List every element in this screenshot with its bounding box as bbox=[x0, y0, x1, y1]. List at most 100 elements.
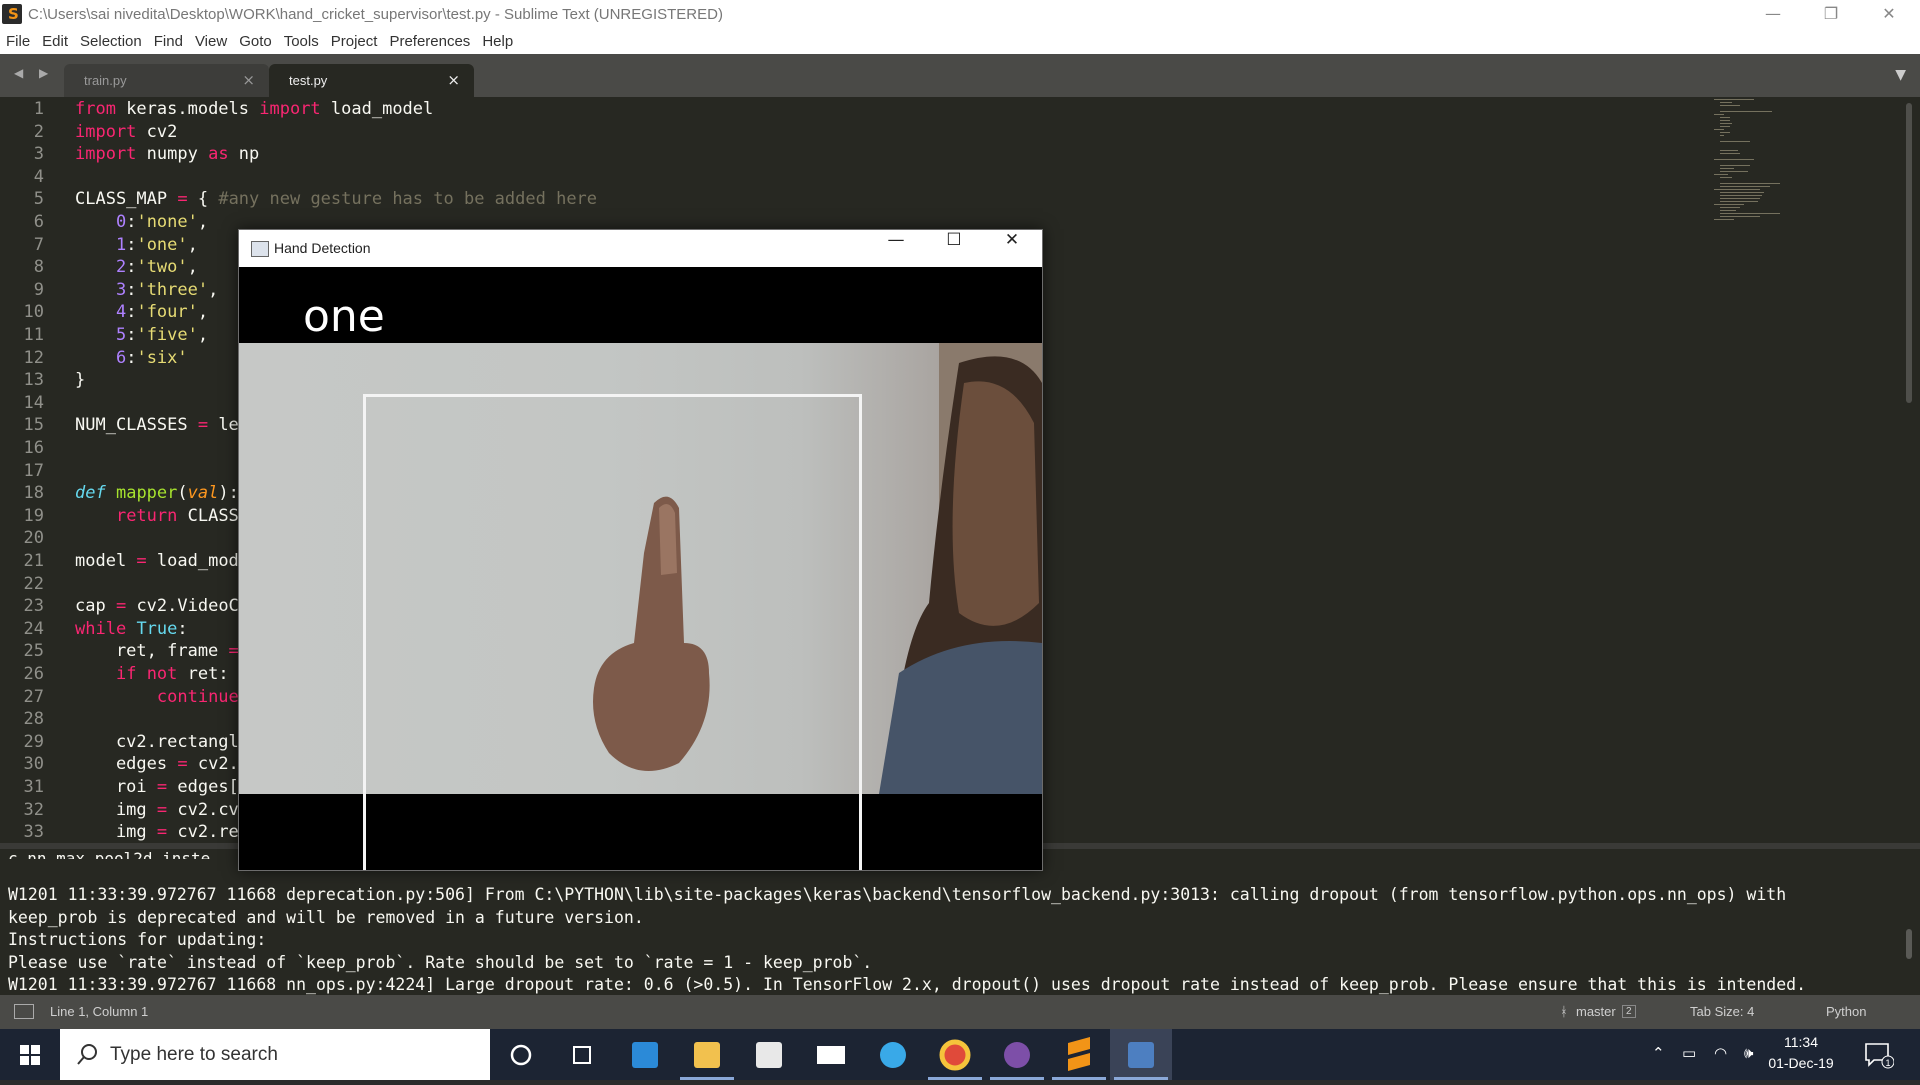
menu-bar: File Edit Selection Find View Goto Tools Projec… bbox=[0, 30, 1920, 54]
menu-project[interactable]: Project bbox=[325, 30, 384, 50]
clock-time[interactable]: 11:34 bbox=[1766, 1034, 1836, 1050]
code-line[interactable]: import cv2 bbox=[75, 122, 177, 142]
code-line[interactable]: 4:'four', bbox=[75, 302, 208, 322]
hd-minimize-button[interactable]: — bbox=[867, 230, 925, 267]
notification-center-icon[interactable]: 1 bbox=[1864, 1041, 1894, 1069]
panel-toggle-icon[interactable] bbox=[14, 1004, 34, 1019]
editor-scrollbar[interactable] bbox=[1906, 103, 1912, 403]
code-line[interactable]: if not ret: bbox=[75, 664, 229, 684]
code-line[interactable]: continue bbox=[75, 687, 239, 707]
volume-icon[interactable]: 🕪 bbox=[1744, 1044, 1753, 1062]
taskbar-chrome-button[interactable] bbox=[924, 1029, 986, 1080]
code-line[interactable]: def mapper(val): bbox=[75, 483, 239, 503]
taskbar-task-view-button[interactable] bbox=[552, 1029, 614, 1080]
hd-maximize-button[interactable]: ☐ bbox=[925, 230, 983, 267]
taskbar-cortana-button[interactable] bbox=[490, 1029, 552, 1080]
code-line[interactable]: 3:'three', bbox=[75, 280, 218, 300]
tab-size[interactable]: Tab Size: 4 bbox=[1690, 1004, 1754, 1019]
taskbar-search[interactable]: Type here to search bbox=[60, 1029, 490, 1080]
file-explorer-icon bbox=[694, 1042, 720, 1068]
restore-button[interactable]: ❐ bbox=[1802, 0, 1860, 30]
minimize-button[interactable]: — bbox=[1744, 0, 1802, 30]
taskbar-python-button[interactable] bbox=[1110, 1029, 1172, 1080]
code-line[interactable]: 6:'six' bbox=[75, 348, 188, 368]
menu-tools[interactable]: Tools bbox=[278, 30, 325, 50]
battery-icon[interactable]: ▭ bbox=[1682, 1044, 1696, 1062]
code-line[interactable]: cap = cv2.VideoC bbox=[75, 596, 239, 616]
tab-train-py[interactable]: train.py × bbox=[64, 64, 269, 97]
wifi-icon[interactable]: ◠ bbox=[1714, 1044, 1727, 1062]
taskbar-sublime-button[interactable] bbox=[1048, 1029, 1110, 1080]
title-bar: S C:\Users\sai nivedita\Desktop\WORK\han… bbox=[0, 0, 1920, 30]
line-number: 20 bbox=[23, 528, 44, 549]
tab-close-icon[interactable]: × bbox=[447, 71, 460, 89]
tray-chevron-icon[interactable]: ⌃ bbox=[1652, 1044, 1665, 1062]
menu-find[interactable]: Find bbox=[148, 30, 189, 50]
code-line[interactable]: 0:'none', bbox=[75, 212, 208, 232]
menu-view[interactable]: View bbox=[189, 30, 233, 50]
minimap-line bbox=[1714, 204, 1744, 205]
code-line[interactable]: cv2.rectangl bbox=[75, 732, 239, 752]
minimap-line bbox=[1714, 189, 1760, 190]
syntax-mode[interactable]: Python bbox=[1826, 1004, 1866, 1019]
minimap[interactable] bbox=[1714, 97, 1810, 227]
tab-label: test.py bbox=[289, 73, 328, 88]
code-line[interactable]: } bbox=[75, 370, 85, 390]
minimap-line bbox=[1720, 171, 1748, 172]
tab-nav-arrows[interactable]: ◀ ▶ bbox=[14, 66, 54, 80]
line-number: 15 bbox=[23, 415, 44, 436]
line-number: 26 bbox=[23, 664, 44, 684]
code-line[interactable]: ret, frame = bbox=[75, 641, 239, 661]
code-line[interactable]: 1:'one', bbox=[75, 235, 198, 255]
line-number: 2 bbox=[33, 121, 44, 142]
minimap-line bbox=[1720, 198, 1760, 199]
code-line[interactable]: return CLASS bbox=[75, 506, 239, 526]
tab-test-py[interactable]: test.py × bbox=[269, 64, 474, 97]
menu-selection[interactable]: Selection bbox=[74, 30, 148, 50]
windows-logo-icon bbox=[20, 1045, 40, 1065]
taskbar-file-explorer-button[interactable] bbox=[676, 1029, 738, 1080]
line-number: 23 bbox=[23, 596, 44, 617]
close-button[interactable]: ✕ bbox=[1860, 0, 1918, 30]
minimap-line bbox=[1714, 159, 1754, 160]
taskbar-edge-button[interactable] bbox=[614, 1029, 676, 1080]
taskbar-github-button[interactable] bbox=[986, 1029, 1048, 1080]
hand-detection-window[interactable]: Hand Detection — ☐ ✕ one bbox=[238, 229, 1043, 871]
code-line[interactable]: img = cv2.cv bbox=[75, 800, 239, 820]
minimap-line bbox=[1720, 207, 1740, 208]
hand-detection-titlebar[interactable]: Hand Detection — ☐ ✕ bbox=[239, 230, 1042, 267]
code-line[interactable]: model = load_mod bbox=[75, 551, 239, 571]
git-branch[interactable]: master bbox=[1576, 1004, 1616, 1019]
clock-date[interactable]: 01-Dec-19 bbox=[1766, 1055, 1836, 1071]
taskbar-mail-button[interactable] bbox=[800, 1029, 862, 1080]
taskbar-sync-button[interactable] bbox=[862, 1029, 924, 1080]
code-line[interactable]: CLASS_MAP = { #any new gesture has to be… bbox=[75, 189, 597, 209]
git-branch-icon: ᚼ bbox=[1560, 1004, 1568, 1019]
code-line[interactable]: while True: bbox=[75, 619, 188, 639]
tab-dropdown-icon[interactable]: ▼ bbox=[1895, 67, 1906, 83]
minimap-line bbox=[1720, 135, 1724, 136]
cursor-position[interactable]: Line 1, Column 1 bbox=[50, 1004, 148, 1019]
menu-help[interactable]: Help bbox=[476, 30, 519, 50]
code-line[interactable]: 5:'five', bbox=[75, 325, 208, 345]
window-app-icon bbox=[251, 241, 269, 257]
code-line[interactable]: roi = edges[ bbox=[75, 777, 239, 797]
minimap-line bbox=[1714, 99, 1754, 100]
menu-file[interactable]: File bbox=[0, 30, 36, 50]
code-line[interactable]: edges = cv2. bbox=[75, 754, 239, 774]
menu-preferences[interactable]: Preferences bbox=[383, 30, 476, 50]
hd-close-button[interactable]: ✕ bbox=[983, 230, 1041, 267]
start-button[interactable] bbox=[0, 1029, 60, 1080]
notification-count: 1 bbox=[1885, 1058, 1890, 1068]
tab-close-icon[interactable]: × bbox=[242, 71, 255, 89]
code-line[interactable]: img = cv2.re bbox=[75, 822, 239, 842]
code-line[interactable]: import numpy as np bbox=[75, 144, 259, 164]
code-line[interactable]: from keras.models import load_model bbox=[75, 99, 433, 119]
console-line: W1201 11:33:39.972767 11668 deprecation.… bbox=[8, 885, 1787, 904]
menu-edit[interactable]: Edit bbox=[36, 30, 74, 50]
code-line[interactable]: 2:'two', bbox=[75, 257, 198, 277]
taskbar-store-button[interactable] bbox=[738, 1029, 800, 1080]
console-scrollbar[interactable] bbox=[1906, 929, 1912, 959]
code-line[interactable]: NUM_CLASSES = le bbox=[75, 415, 239, 435]
menu-goto[interactable]: Goto bbox=[233, 30, 278, 50]
